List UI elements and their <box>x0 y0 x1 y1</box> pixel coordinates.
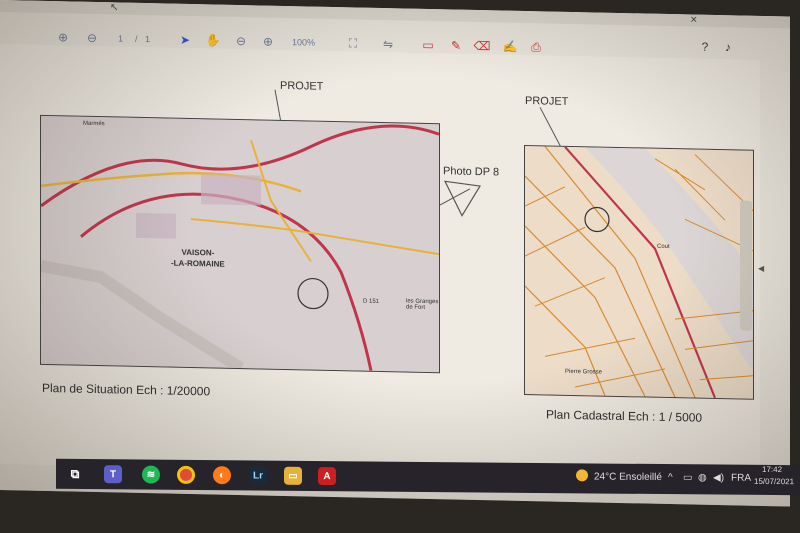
map-place-pierre-grosse: Pierre Grosse <box>565 368 603 376</box>
language-indicator[interactable]: FRA <box>731 473 751 484</box>
cadastral-map: Cout Pierre Grosse <box>524 144 754 400</box>
acrobat-icon[interactable]: A <box>318 467 336 486</box>
zoom-in-icon[interactable]: ⊕ <box>260 33 276 49</box>
photo-label: Photo DP 8 <box>443 165 500 179</box>
pen-icon[interactable]: ✎ <box>448 37 464 53</box>
vertical-scrollbar[interactable] <box>740 200 752 331</box>
select-tool-icon[interactable]: ➤ <box>177 32 193 48</box>
chrome-icon[interactable] <box>177 465 195 484</box>
eraser-icon[interactable]: ⌫ <box>474 38 491 54</box>
map-town-label: VAISON- -LA-ROMAINE <box>171 247 225 269</box>
spotify-icon[interactable]: ≋ <box>142 465 160 484</box>
teams-icon[interactable]: T <box>104 465 122 484</box>
cadastral-map-drawing <box>524 145 754 399</box>
help-icon[interactable]: ? <box>697 39 713 55</box>
tray-up-arrow-icon[interactable]: ^ <box>668 472 673 483</box>
situation-map-drawing <box>40 115 440 374</box>
notification-bell-icon[interactable]: ♪ <box>720 39 736 55</box>
clock-date[interactable]: 15/07/2021 <box>754 477 794 486</box>
sign-icon[interactable]: ✍ <box>502 39 518 55</box>
file-explorer-icon[interactable]: ▭ <box>284 466 302 485</box>
sun-icon <box>576 469 588 482</box>
page-down-icon[interactable]: ⊖ <box>84 30 100 46</box>
zoom-out-icon[interactable]: ⊖ <box>233 33 249 49</box>
page-separator: / <box>135 33 138 44</box>
battery-icon[interactable]: ▭ <box>683 472 692 483</box>
map-place-d151: D 151 <box>363 298 380 305</box>
projet-label-left: PROJET <box>280 79 324 93</box>
map-place-marmes: Marmés <box>83 120 105 128</box>
hand-tool-icon[interactable]: ✋ <box>205 32 221 48</box>
page-up-icon[interactable]: ⊕ <box>55 29 71 45</box>
page-total: 1 <box>145 34 151 45</box>
task-view-icon[interactable]: ⧉ <box>66 465 84 483</box>
projet-label-right: PROJET <box>525 94 569 108</box>
weather-text[interactable]: 24°C Ensoleillé <box>594 471 662 483</box>
zoom-level[interactable]: 100% <box>292 34 315 50</box>
map-place-granges: les Granges de Fort <box>406 298 439 311</box>
highlight-icon[interactable]: ⇋ <box>380 36 396 52</box>
volume-icon[interactable]: ◀) <box>713 472 724 483</box>
comment-icon[interactable]: ▭ <box>420 37 436 53</box>
panel-collapse-icon[interactable]: ◀ <box>758 264 764 273</box>
situation-map: Marmés VAISON- -LA-ROMAINE les Granges d… <box>40 114 440 374</box>
page-current[interactable]: 1 <box>118 30 123 46</box>
network-icon[interactable]: ◍ <box>698 472 707 483</box>
fit-page-icon[interactable]: ⛶ <box>345 35 361 51</box>
lightroom-icon[interactable]: Lr <box>249 466 267 485</box>
map-place-cout: Cout <box>657 243 670 251</box>
stamp-icon[interactable]: ⎙ <box>528 39 544 55</box>
firefox-icon[interactable]: ◐ <box>213 466 231 485</box>
pdf-viewer-window: ↖ ✕ ⊕ ⊖ 1 / 1 ➤ ✋ ⊖ ⊕ 100% ⛶ ⇋ ▭ ✎ ⌫ ✍ ⎙… <box>0 0 790 507</box>
clock-time[interactable]: 17:42 <box>762 465 782 474</box>
